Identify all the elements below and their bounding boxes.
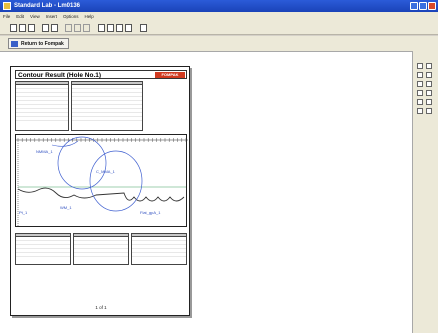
- label-cmma: C_MMA_1: [96, 169, 115, 174]
- eraser-icon[interactable]: [426, 99, 432, 105]
- maximize-icon[interactable]: [419, 2, 427, 10]
- info-icon[interactable]: [125, 24, 132, 32]
- measure-icon[interactable]: [417, 81, 423, 87]
- return-icon: [11, 41, 18, 47]
- menu-bar: File Edit View Insert Options Help: [0, 12, 438, 21]
- menu-insert[interactable]: Insert: [43, 12, 60, 21]
- circle-icon[interactable]: [426, 90, 432, 96]
- label-wm: WM_1: [60, 205, 72, 210]
- report-page: Contour Result (Hole No.1) FOMPAK NMMA_1…: [10, 66, 190, 316]
- menu-edit[interactable]: Edit: [13, 12, 27, 21]
- right-tool-panel: [412, 51, 438, 333]
- menu-help[interactable]: Help: [82, 12, 97, 21]
- label-flat: Flat_gpA_1: [140, 210, 161, 215]
- chart-icon[interactable]: [116, 24, 123, 32]
- summary-box-1: [15, 233, 71, 265]
- pan-icon[interactable]: [417, 72, 423, 78]
- return-button[interactable]: Return to Fompak: [8, 38, 69, 49]
- table-icon[interactable]: [107, 24, 114, 32]
- menu-view[interactable]: View: [27, 12, 43, 21]
- report-header: Contour Result (Hole No.1) FOMPAK: [15, 70, 187, 79]
- grid-icon[interactable]: [98, 24, 105, 32]
- contour-circle: [57, 136, 107, 190]
- preview-icon[interactable]: [51, 24, 58, 32]
- cut-icon[interactable]: [65, 24, 72, 32]
- table-row: [74, 253, 128, 257]
- paste-icon[interactable]: [83, 24, 90, 32]
- line-icon[interactable]: [417, 90, 423, 96]
- summary-box-2: [73, 233, 129, 265]
- new-icon[interactable]: [10, 24, 17, 32]
- text-icon[interactable]: [426, 81, 432, 87]
- window-title: Standard Lab - Lm0136: [14, 3, 81, 9]
- contour-chart: NMMA_1 C_MMA_1 Pt_1 WM_1 Flat_gpA_1: [15, 134, 188, 227]
- table-row: [72, 117, 142, 121]
- undo-icon[interactable]: [417, 108, 423, 114]
- table-row: [16, 117, 68, 121]
- report-badge: FOMPAK: [155, 72, 185, 78]
- app-icon: [3, 2, 11, 10]
- close-icon[interactable]: [428, 2, 436, 10]
- profile-curve: [17, 187, 185, 202]
- contour-circle: [89, 150, 143, 212]
- table-row: [132, 253, 186, 257]
- label-nmma: NMMA_1: [36, 149, 53, 154]
- copy-icon[interactable]: [74, 24, 81, 32]
- return-bar: Return to Fompak: [0, 36, 438, 51]
- print-icon[interactable]: [42, 24, 49, 32]
- condition-box: [15, 81, 69, 131]
- title-bar: Standard Lab - Lm0136: [0, 0, 438, 12]
- select-icon[interactable]: [426, 72, 432, 78]
- open-icon[interactable]: [19, 24, 26, 32]
- menu-options[interactable]: Options: [60, 12, 82, 21]
- toolbar: [0, 21, 438, 35]
- label-pt: Pt_1: [19, 210, 28, 215]
- redo-icon[interactable]: [426, 108, 432, 114]
- arrow-icon[interactable]: [417, 99, 423, 105]
- summary-box-3: [131, 233, 187, 265]
- zoom-out-icon[interactable]: [426, 63, 432, 69]
- minimize-icon[interactable]: [410, 2, 418, 10]
- page-number: 1 of 1: [95, 305, 107, 310]
- zoom-in-icon[interactable]: [417, 63, 423, 69]
- result-box: [71, 81, 143, 131]
- save-icon[interactable]: [28, 24, 35, 32]
- report-title: Contour Result (Hole No.1): [18, 72, 102, 79]
- help-icon[interactable]: [140, 24, 147, 32]
- menu-file[interactable]: File: [0, 12, 13, 21]
- return-button-label: Return to Fompak: [21, 41, 64, 47]
- table-row: [16, 253, 70, 257]
